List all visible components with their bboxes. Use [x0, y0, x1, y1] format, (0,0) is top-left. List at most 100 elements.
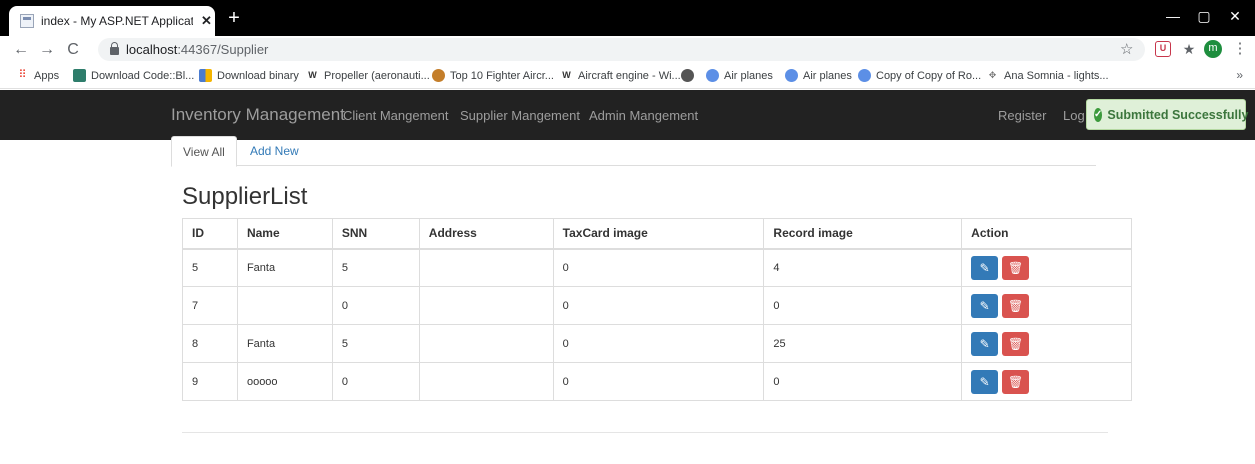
globe-icon: [681, 69, 694, 82]
new-tab-button[interactable]: +: [222, 6, 246, 30]
edit-button[interactable]: ✎: [971, 369, 999, 394]
url-path: :44367/Supplier: [177, 42, 269, 57]
column-header-id: ID: [182, 218, 238, 250]
cell-id: 8: [182, 324, 238, 363]
pencil-icon: ✎: [979, 298, 990, 313]
bookmark-item[interactable]: Download Code::Bl...: [73, 69, 194, 82]
bookmark-item[interactable]: ✥ Ana Somnia - lights...: [986, 69, 1109, 82]
page-favicon-icon: [20, 14, 34, 28]
cell-record-image: 0: [763, 362, 963, 401]
table-header-row: ID Name SNN Address TaxCard image Record…: [182, 218, 1132, 250]
bookmarks-overflow-button[interactable]: »: [1236, 68, 1243, 82]
bookmark-item[interactable]: Download binary: [199, 69, 299, 82]
address-bar[interactable]: localhost :44367/Supplier: [98, 38, 1145, 61]
browser-tab[interactable]: index - My ASP.NET Application ✕: [9, 6, 215, 36]
bookmark-item[interactable]: Air planes: [706, 69, 773, 82]
table-row: 7 0 0 0 ✎ 🗑: [182, 286, 1132, 325]
tab-strip-edge: [0, 6, 9, 36]
globe-icon: [706, 69, 719, 82]
cell-name: ooooo: [236, 362, 333, 401]
window-close-button[interactable]: ✕: [1220, 8, 1250, 25]
nav-client-management[interactable]: Client Mangement: [343, 108, 449, 123]
page-tabs: View All Add New: [171, 136, 1096, 167]
toast-message: Submitted Successfully: [1107, 107, 1249, 122]
edit-button[interactable]: ✎: [971, 255, 999, 280]
cell-actions: ✎ 🗑: [961, 286, 1132, 325]
check-circle-icon: ✓: [1094, 107, 1103, 122]
extensions-puzzle-icon[interactable]: ★: [1181, 41, 1197, 57]
nav-login[interactable]: Log: [1063, 108, 1085, 123]
browser-tab-strip: index - My ASP.NET Application ✕ + — ▢ ✕: [0, 0, 1255, 36]
cell-actions: ✎ 🗑: [961, 248, 1132, 287]
app-navbar: Inventory Management Client Mangement Su…: [0, 90, 1255, 140]
tab-view-all[interactable]: View All: [171, 136, 237, 167]
delete-button[interactable]: 🗑: [1002, 255, 1030, 280]
bookmark-item[interactable]: W Propeller (aeronauti...: [306, 69, 430, 82]
bookmark-star-icon[interactable]: ☆: [1120, 40, 1133, 58]
cell-taxcard-image: 0: [552, 324, 765, 363]
cell-address: [418, 286, 554, 325]
delete-button[interactable]: 🗑: [1002, 293, 1030, 318]
column-header-name: Name: [236, 218, 333, 250]
delete-button[interactable]: 🗑: [1002, 331, 1030, 356]
reload-icon[interactable]: C: [60, 41, 86, 59]
delete-button[interactable]: 🗑: [1002, 369, 1030, 394]
bookmark-item[interactable]: Copy of Copy of Ro...: [858, 69, 981, 82]
cell-taxcard-image: 0: [552, 286, 765, 325]
bookmark-item[interactable]: [681, 69, 699, 82]
nav-register[interactable]: Register: [998, 108, 1046, 123]
cell-name: Fanta: [236, 248, 333, 287]
table-row: 8 Fanta 5 0 25 ✎ 🗑: [182, 324, 1132, 363]
cell-record-image: 25: [763, 324, 963, 363]
cell-taxcard-image: 0: [552, 362, 765, 401]
column-header-snn: SNN: [331, 218, 420, 250]
nav-supplier-management[interactable]: Supplier Mangement: [460, 108, 580, 123]
cell-snn: 5: [331, 248, 420, 287]
browser-toolbar: ← → C localhost :44367/Supplier ☆ U ★ m …: [0, 36, 1255, 63]
site-icon: [432, 69, 445, 82]
apps-grid-icon: ⠿: [16, 69, 29, 82]
bookmark-item[interactable]: Top 10 Fighter Aircr...: [432, 69, 554, 82]
cell-record-image: 0: [763, 286, 963, 325]
bookmark-item[interactable]: W Aircraft engine - Wi...: [560, 69, 680, 82]
window-maximize-button[interactable]: ▢: [1189, 8, 1219, 25]
trash-icon: 🗑: [1008, 260, 1024, 275]
navbar-brand[interactable]: Inventory Management: [171, 105, 345, 125]
cell-record-image: 4: [763, 248, 963, 287]
footer-divider: [182, 432, 1108, 433]
codeblocks-icon: [73, 69, 86, 82]
cell-address: [418, 362, 554, 401]
tab-close-icon[interactable]: ✕: [201, 13, 212, 29]
column-header-action: Action: [961, 218, 1132, 250]
browser-tab-title: index - My ASP.NET Application: [41, 14, 193, 28]
cell-address: [418, 324, 554, 363]
shield-extension-icon[interactable]: U: [1155, 41, 1171, 57]
back-arrow-icon[interactable]: ←: [8, 41, 34, 59]
supplier-table: ID Name SNN Address TaxCard image Record…: [182, 218, 1132, 401]
column-header-record-image: Record image: [763, 218, 963, 250]
edit-button[interactable]: ✎: [971, 331, 999, 356]
pencil-icon: ✎: [979, 336, 990, 351]
cell-snn: 0: [331, 362, 420, 401]
browser-menu-icon[interactable]: ⋮: [1232, 41, 1248, 57]
table-row: 5 Fanta 5 0 4 ✎ 🗑: [182, 248, 1132, 287]
column-header-taxcard-image: TaxCard image: [552, 218, 765, 250]
lock-icon: [110, 42, 119, 55]
ana-somnia-icon: ✥: [988, 70, 997, 80]
url-host: localhost: [126, 42, 178, 57]
pencil-icon: ✎: [979, 260, 990, 275]
window-minimize-button[interactable]: —: [1158, 8, 1188, 24]
bookmark-item[interactable]: Air planes: [785, 69, 852, 82]
cell-actions: ✎ 🗑: [961, 362, 1132, 401]
cell-snn: 5: [331, 324, 420, 363]
cell-id: 5: [182, 248, 238, 287]
trash-icon: 🗑: [1008, 336, 1024, 351]
bookmark-apps[interactable]: ⠿ Apps: [16, 69, 59, 82]
trash-icon: 🗑: [1008, 374, 1024, 389]
edit-button[interactable]: ✎: [971, 293, 999, 318]
profile-avatar[interactable]: m: [1204, 40, 1222, 58]
bookmarks-bar: ⠿ Apps Download Code::Bl... Download bin…: [0, 63, 1255, 89]
forward-arrow-icon[interactable]: →: [34, 41, 60, 59]
nav-admin-management[interactable]: Admin Mangement: [589, 108, 698, 123]
tab-add-new[interactable]: Add New: [239, 136, 310, 166]
